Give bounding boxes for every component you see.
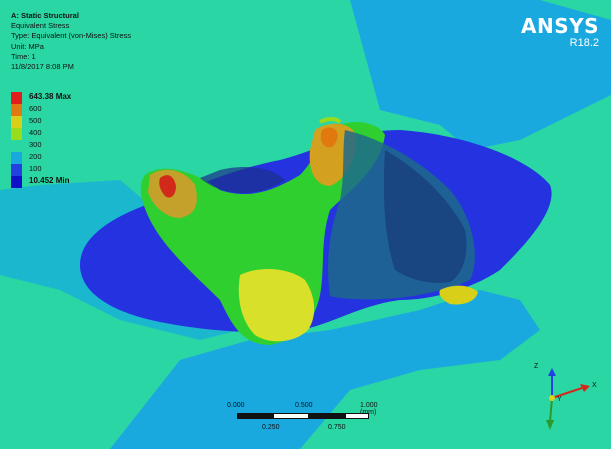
version-label: R18.2 [569,37,599,49]
legend-label-300: 300 [29,140,42,149]
ansys-logo-text: ANSYS [520,14,599,38]
scale-label-0250: 0.250 [262,424,280,431]
legend-swatch-100 [11,164,22,176]
scale-segment-4 [345,413,369,419]
legend-min-label: 10.452 Min [29,176,70,185]
graphics-viewport[interactable]: A: Static Structural Equivalent Stress T… [0,0,611,449]
legend-label-500: 500 [29,116,42,125]
result-type: Type: Equivalent (von-Mises) Stress [11,31,132,41]
legend-label-600: 600 [29,104,42,113]
ansys-brand: ANSYS R18.2 [521,14,599,49]
result-info-panel: A: Static Structural Equivalent Stress T… [11,11,131,72]
legend-swatch-min [11,176,22,188]
scale-ruler: 0.000 0.500 1.000 (mm) 0.250 0.750 [227,402,378,440]
legend-label-100: 100 [29,164,42,173]
result-unit: Unit: MPa [11,41,44,51]
result-date: 11/8/2017 8:08 PM [11,62,74,72]
legend-swatch-400 [11,128,22,140]
scale-label-0: 0.000 [227,402,245,409]
triad-label-z: Z [534,363,539,370]
legend-swatch-max [11,92,22,104]
legend-label-200: 200 [29,152,42,161]
legend-swatch-600 [11,104,22,116]
coordinate-triad[interactable]: Z X Y [520,360,600,435]
triad-label-y: Y [557,396,562,403]
analysis-title: A: Static Structural [11,11,79,20]
triad-label-x: X [592,382,597,389]
legend-label-400: 400 [29,128,42,137]
scale-label-0750: 0.750 [328,424,346,431]
scale-label-0500: 0.500 [295,402,313,409]
result-time: Time: 1 [11,51,36,61]
scale-segment-1 [237,413,273,419]
result-name: Equivalent Stress [11,21,70,31]
legend-swatch-500 [11,116,22,128]
scale-segment-3 [309,413,345,419]
legend-max-label: 643.38 Max [29,92,72,101]
scale-segment-2 [273,413,309,419]
legend-swatch-300 [11,140,22,152]
legend-swatch-200 [11,152,22,164]
